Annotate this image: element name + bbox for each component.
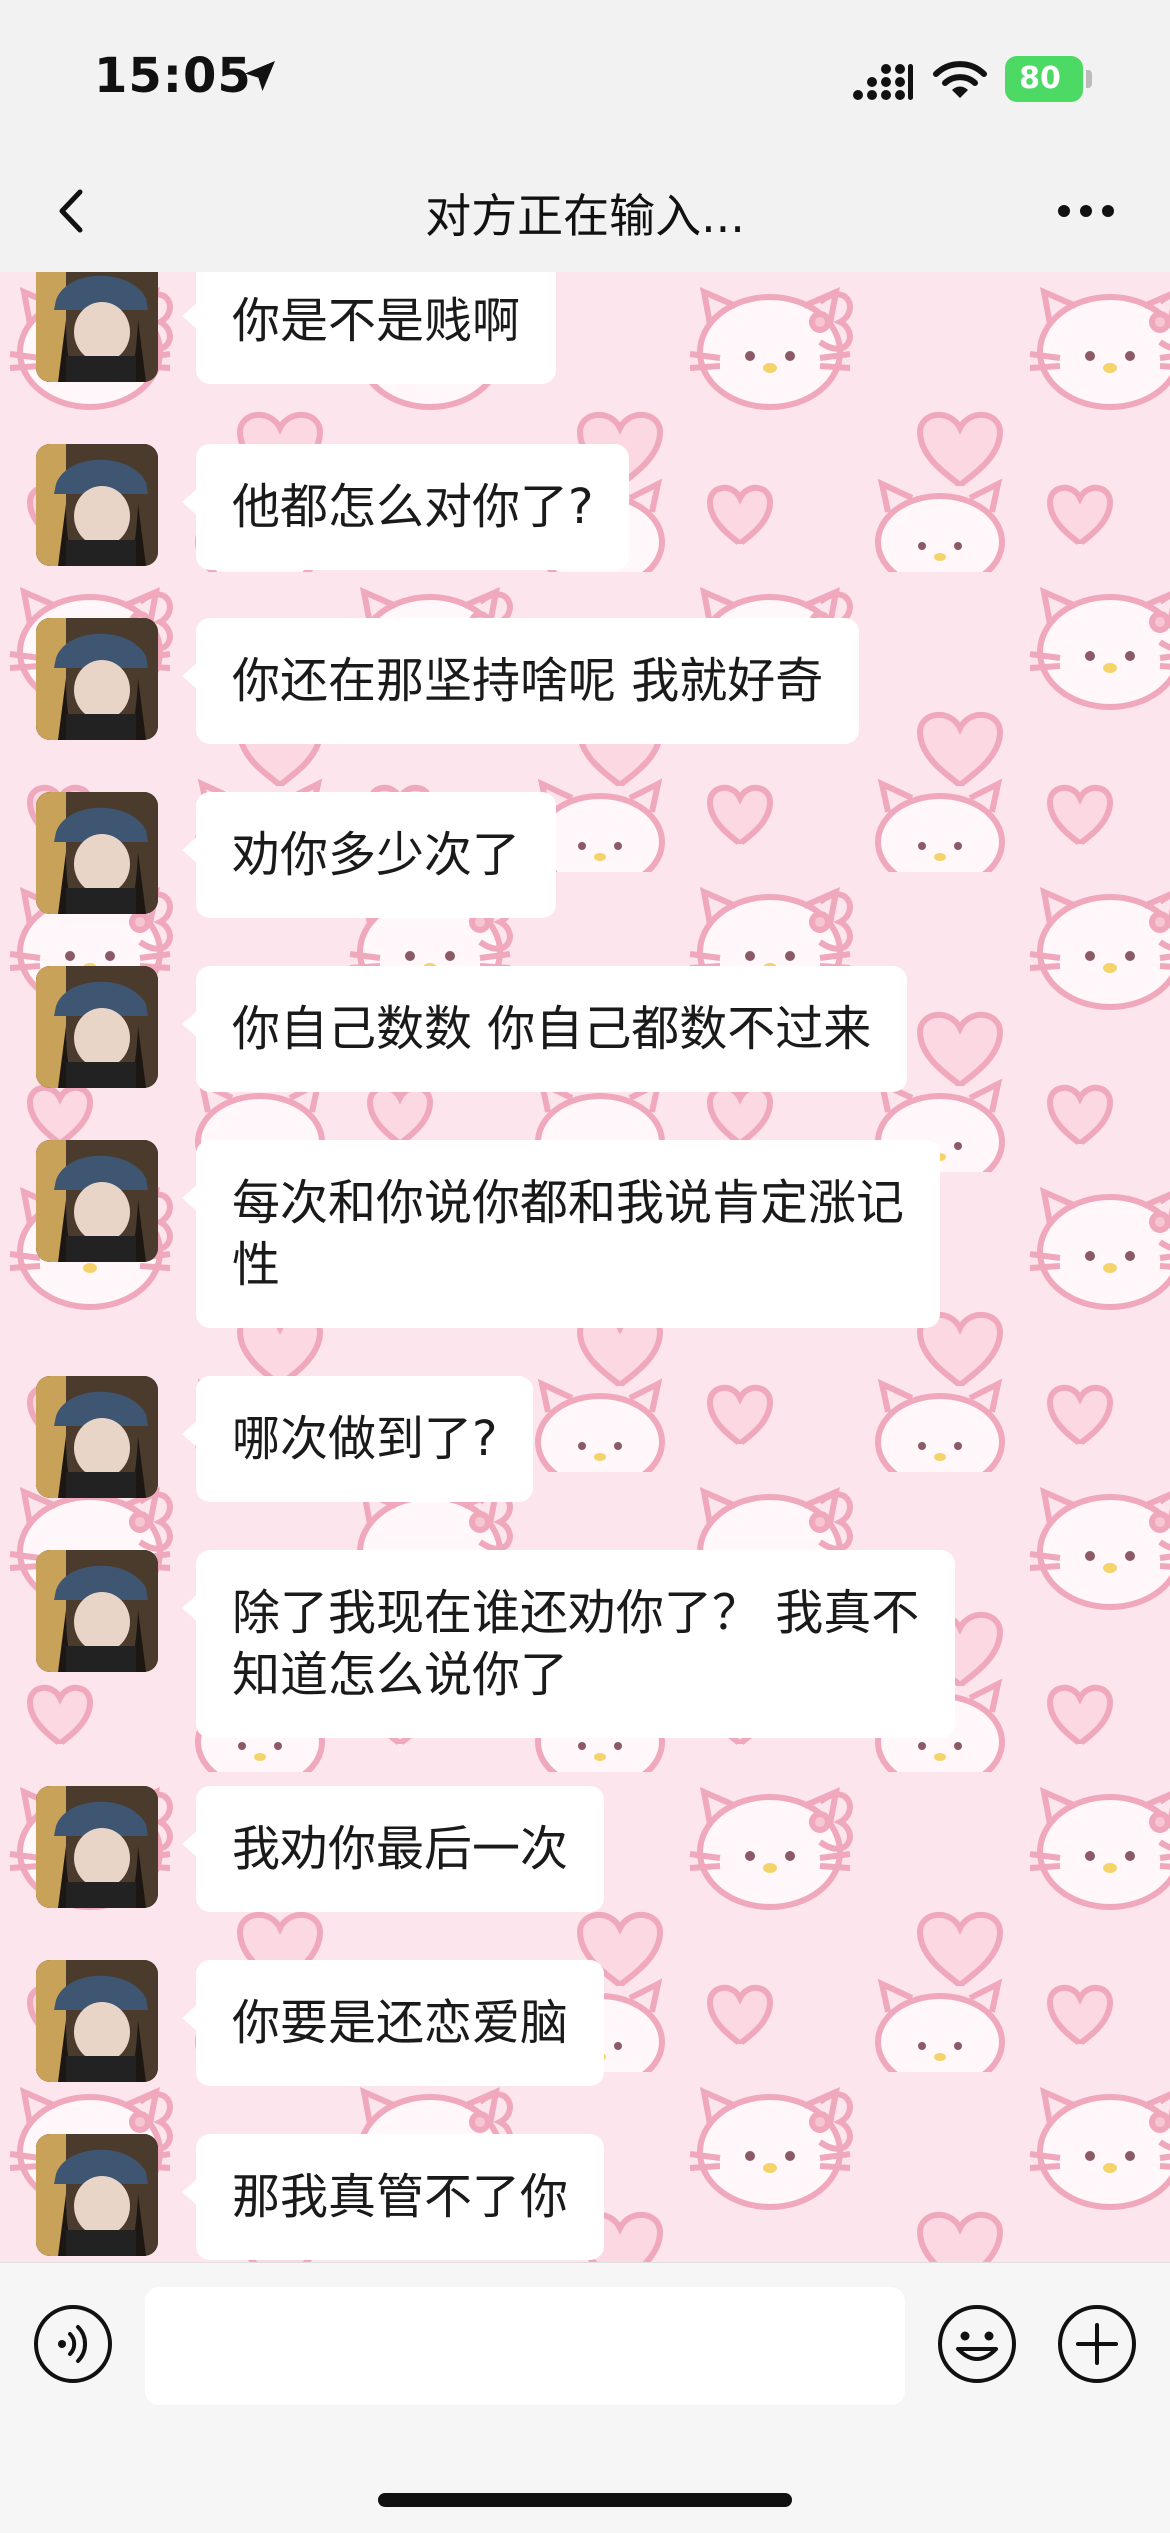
- back-icon[interactable]: [40, 176, 110, 246]
- voice-icon[interactable]: [32, 2303, 114, 2385]
- message-bubble[interactable]: 除了我现在谁还劝你了？ 我真不 知道怎么说你了: [181, 1550, 956, 1738]
- message-bubble[interactable]: 你是不是贱啊: [181, 272, 557, 384]
- message-bubble[interactable]: 你要是还恋爱脑: [181, 1960, 605, 2086]
- status-time: 15:05: [94, 48, 252, 104]
- message-bubble[interactable]: 我劝你最后一次: [181, 1786, 605, 1912]
- avatar[interactable]: [36, 272, 158, 382]
- status-bar: 15:05 80: [0, 0, 1170, 150]
- message-input[interactable]: [145, 2287, 905, 2405]
- avatar[interactable]: [36, 1786, 158, 1908]
- more-icon[interactable]: [1050, 176, 1130, 246]
- battery-indicator: 80: [1005, 56, 1083, 102]
- avatar[interactable]: [36, 2134, 158, 2256]
- message-bubble[interactable]: 你还在那坚持啥呢 我就好奇: [181, 618, 860, 744]
- chat-area[interactable]: 你是不是贱啊 他都怎么对你了? 你还在那坚持啥呢 我就好奇 劝你多少次了 你自己…: [0, 272, 1170, 2262]
- avatar[interactable]: [36, 618, 158, 740]
- home-indicator: [378, 2493, 792, 2507]
- signal-icon: [853, 64, 913, 100]
- message-bubble[interactable]: 哪次做到了?: [181, 1376, 534, 1502]
- battery-level: 80: [1019, 61, 1061, 96]
- message-bubble[interactable]: 那我真管不了你: [181, 2134, 605, 2260]
- message-bubble[interactable]: 劝你多少次了: [181, 792, 557, 918]
- message-bubble[interactable]: 每次和你说你都和我说肯定涨记 性: [181, 1140, 941, 1328]
- wifi-icon: [933, 61, 987, 98]
- message-bubble[interactable]: 他都怎么对你了?: [181, 444, 630, 570]
- avatar[interactable]: [36, 966, 158, 1088]
- location-arrow-icon: [245, 61, 275, 91]
- avatar[interactable]: [36, 792, 158, 914]
- avatar[interactable]: [36, 1960, 158, 2082]
- avatar[interactable]: [36, 1140, 158, 1262]
- chat-header: 对方正在输入...: [0, 150, 1170, 273]
- emoji-icon[interactable]: [936, 2303, 1018, 2385]
- plus-icon[interactable]: [1056, 2303, 1138, 2385]
- avatar[interactable]: [36, 1550, 158, 1672]
- message-bubble[interactable]: 你自己数数 你自己都数不过来: [181, 966, 908, 1092]
- battery-tip: [1086, 70, 1092, 88]
- input-bar: [0, 2262, 1170, 2533]
- avatar[interactable]: [36, 444, 158, 566]
- avatar[interactable]: [36, 1376, 158, 1498]
- page-title: 对方正在输入...: [425, 189, 745, 243]
